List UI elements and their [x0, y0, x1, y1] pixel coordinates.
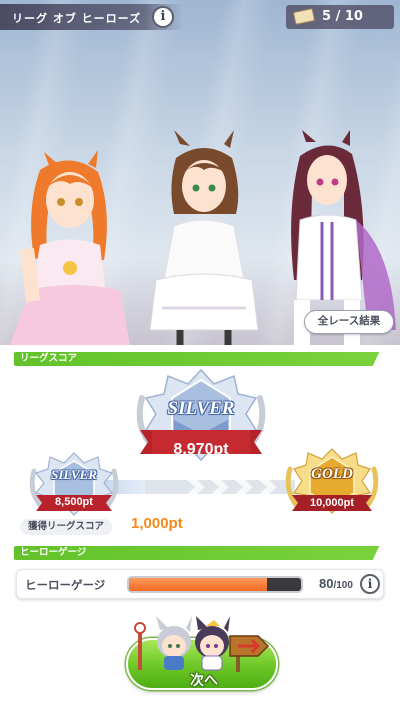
next-rank-name: GOLD: [311, 466, 353, 482]
hero-gauge-fill: [129, 578, 267, 591]
league-progress-bar: [95, 480, 295, 494]
page-title: リーグ オブ ヒーローズ: [12, 12, 142, 25]
prev-rank-threshold: 8,500pt: [55, 496, 93, 508]
ticket-count: 5 / 10: [322, 9, 363, 24]
race-result-scene: リーグ オブ ヒーローズ i 5 / 10 全レース結果: [0, 0, 400, 345]
next-rank-threshold: 10,000pt: [309, 497, 355, 509]
league-score-header: リーグスコア: [14, 352, 396, 366]
all-results-button[interactable]: 全レース結果: [304, 310, 394, 334]
info-icon[interactable]: i: [152, 6, 174, 28]
ticket-icon: [292, 8, 316, 25]
earned-score-value: 1,000pt: [131, 515, 183, 532]
hero-gauge-header: ヒーローゲージ: [14, 546, 396, 560]
prev-rank-name: SILVER: [51, 467, 97, 482]
hero-gauge-label: ヒーローゲージ: [25, 578, 106, 592]
hero-gauge-card: ヒーローゲージ 80/100 i: [16, 569, 384, 599]
chibi-characters: [134, 616, 270, 672]
ticket-counter: 5 / 10: [286, 5, 394, 29]
character-orange-hair: [10, 150, 130, 345]
hero-gauge-value: 80/100: [319, 576, 353, 591]
gauge-info-icon[interactable]: i: [360, 574, 380, 594]
league-score-title: リーグスコア: [20, 353, 78, 364]
hero-gauge-section-title: ヒーローゲージ: [20, 547, 87, 558]
hero-gauge-bar: [127, 576, 303, 593]
hero-gauge-max: /100: [333, 580, 353, 591]
hero-gauge-current: 80: [319, 576, 334, 591]
character-brown-hair: [149, 130, 259, 345]
earned-score-label: 獲得リーグスコア: [20, 519, 112, 535]
current-rank-name: SILVER: [167, 398, 235, 419]
prev-rank-badge: [29, 452, 119, 516]
current-score: 8,970pt: [173, 441, 229, 458]
